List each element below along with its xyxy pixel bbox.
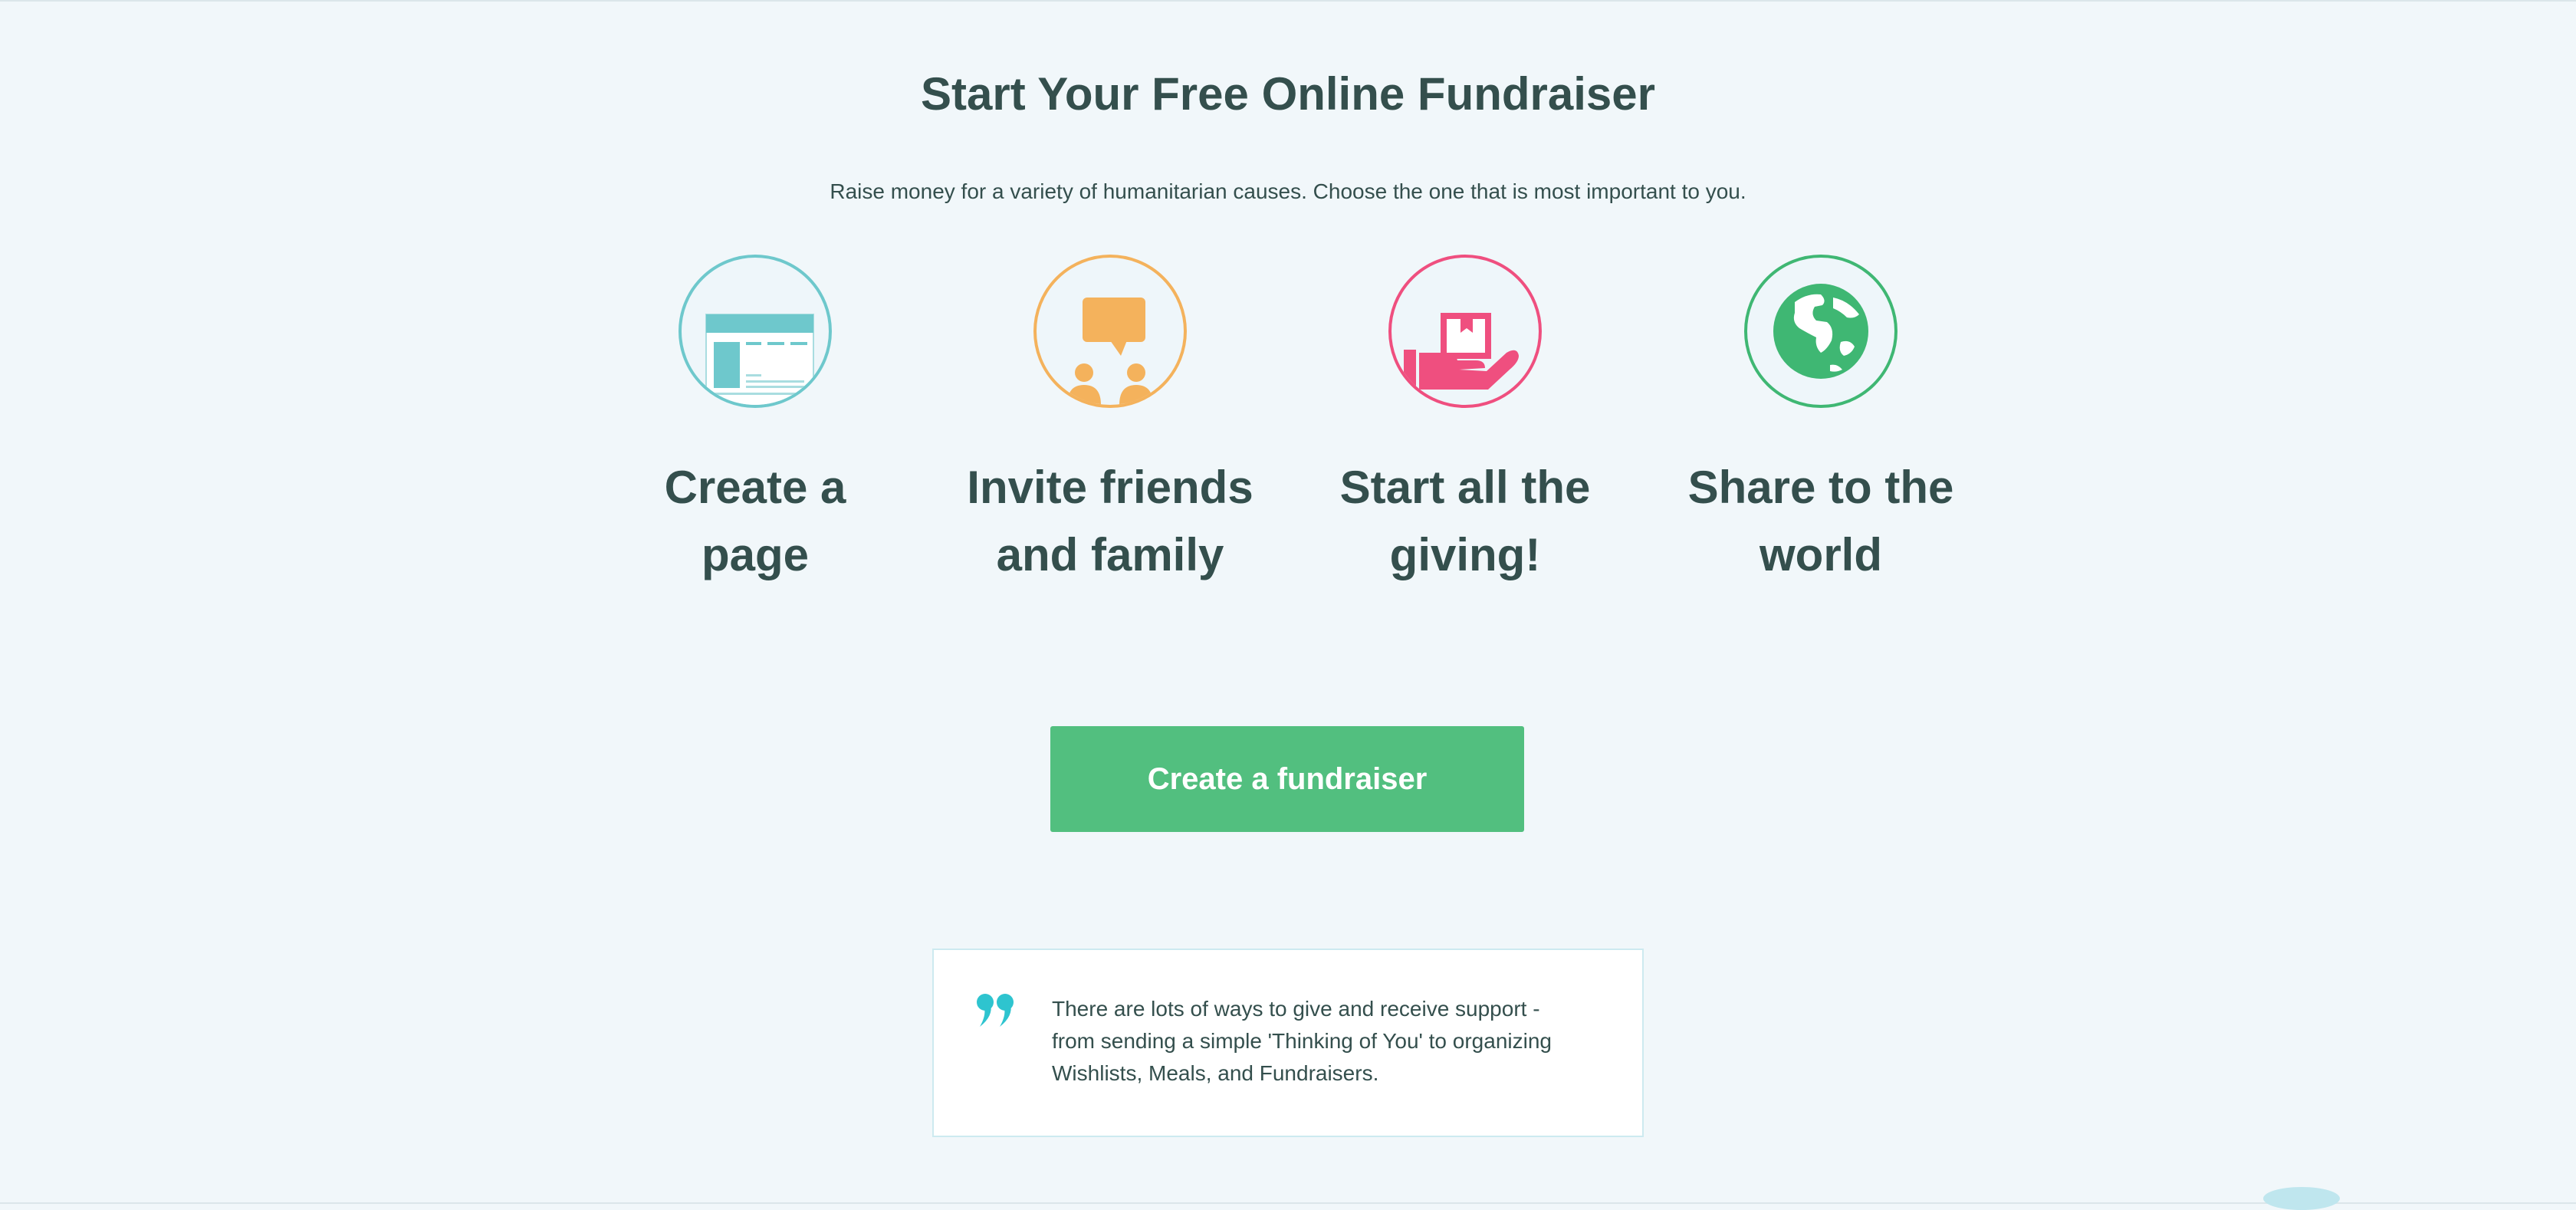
quote-icon [977,994,1014,1027]
step-create-page: Create a page [610,255,901,589]
step-start-giving: Start all the giving! [1319,255,1611,589]
step-invite-friends: Invite friends and family [964,255,1256,589]
hand-giving-gift-icon [1388,255,1542,408]
decorative-shape [2263,1187,2340,1210]
step-label: Start all the giving! [1339,462,1591,580]
step-share-world: Share to the world [1675,255,1967,589]
create-fundraiser-button[interactable]: Create a fundraiser [1050,726,1524,832]
bottom-divider [0,1202,2576,1204]
testimonial-text: There are lots of ways to give and recei… [1052,997,1552,1085]
testimonial-card: There are lots of ways to give and recei… [932,949,1644,1137]
page-subtitle: Raise money for a variety of humanitaria… [830,179,1746,203]
globe-icon [1744,255,1898,408]
speech-bubble-people-icon [1033,255,1187,408]
page-title: Start Your Free Online Fundraiser [920,68,1655,120]
web-page-icon [678,255,832,408]
step-label: Create a page [664,462,846,580]
step-label: Share to the world [1687,462,1954,580]
step-label: Invite friends and family [967,462,1254,580]
top-divider [0,0,2576,2]
